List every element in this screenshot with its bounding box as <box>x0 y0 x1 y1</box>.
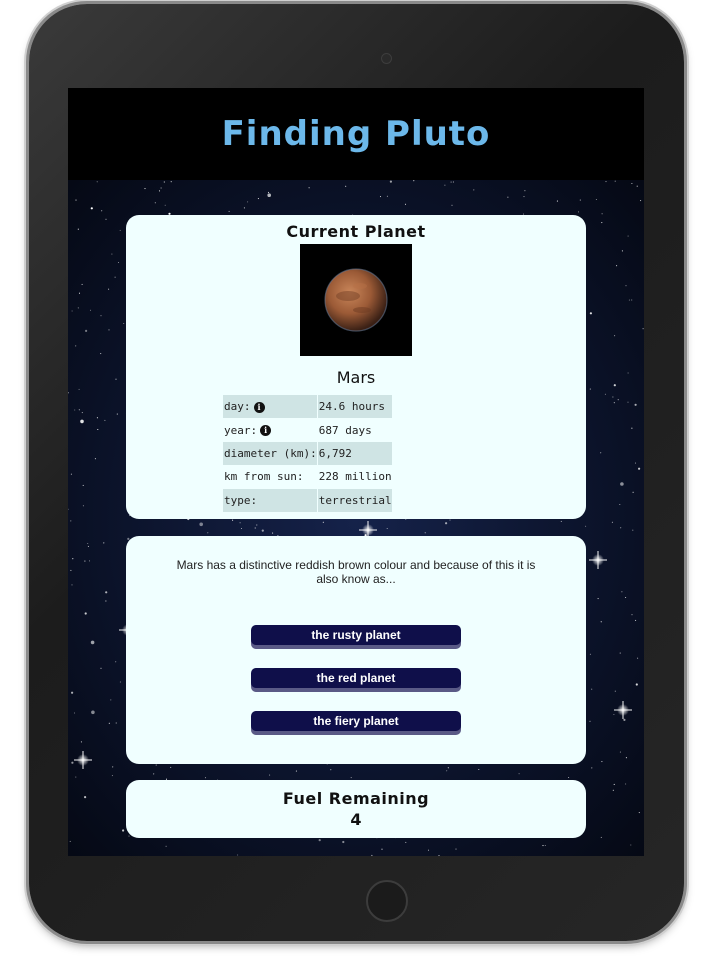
fact-row-type: type: terrestrial <box>223 488 392 512</box>
fact-row-diameter: diameter (km): 6,792 <box>223 441 392 466</box>
mars-image <box>300 244 412 356</box>
fact-label-text: day: <box>224 400 251 414</box>
answer-button-fiery[interactable]: the fiery planet <box>251 711 461 731</box>
home-button[interactable] <box>366 880 408 922</box>
answer-button-rusty[interactable]: the rusty planet <box>251 625 461 645</box>
answer-button-red[interactable]: the red planet <box>251 668 461 688</box>
question-text: Mars has a distinctive reddish brown col… <box>176 558 536 586</box>
fuel-value: 4 <box>350 810 362 829</box>
question-card: Mars has a distinctive reddish brown col… <box>126 536 586 764</box>
current-planet-card: Current Planet Mars day: i 24.6 hours ye… <box>126 215 586 519</box>
info-circle-icon[interactable]: i <box>260 425 272 437</box>
current-planet-heading: Current Planet <box>286 222 426 241</box>
fact-row-distance: km from sun: 228 million <box>223 465 392 488</box>
site-header: Finding Pluto <box>68 88 644 180</box>
fact-label: km from sun: <box>224 470 304 484</box>
fact-label: type: <box>223 488 317 512</box>
fact-value: 687 days <box>318 423 372 437</box>
info-circle-icon[interactable]: i <box>253 401 265 413</box>
fact-label: year: i <box>223 418 317 441</box>
fact-value: terrestrial <box>317 488 392 512</box>
app-screen: Finding Pluto Current Planet Mars day: i… <box>68 88 644 856</box>
fact-row-year: year: i 687 days <box>223 418 392 441</box>
fact-value: 228 million <box>318 470 392 484</box>
camera-icon <box>381 53 392 64</box>
fact-value: 6,792 <box>317 441 392 466</box>
fact-label: diameter (km): <box>223 441 317 466</box>
fact-label: day: i <box>223 395 317 419</box>
planet-facts-table: day: i 24.6 hours year: i 687 days diamete… <box>222 395 393 512</box>
fact-value: 24.6 hours <box>317 395 392 419</box>
fact-label-text: year: <box>224 423 258 437</box>
planet-name: Mars <box>336 368 376 387</box>
fact-row-day: day: i 24.6 hours <box>223 395 392 419</box>
page-title: Finding Pluto <box>221 114 491 154</box>
fuel-heading: Fuel Remaining <box>282 789 430 808</box>
planet-image <box>300 244 412 356</box>
fuel-card: Fuel Remaining 4 <box>126 780 586 838</box>
